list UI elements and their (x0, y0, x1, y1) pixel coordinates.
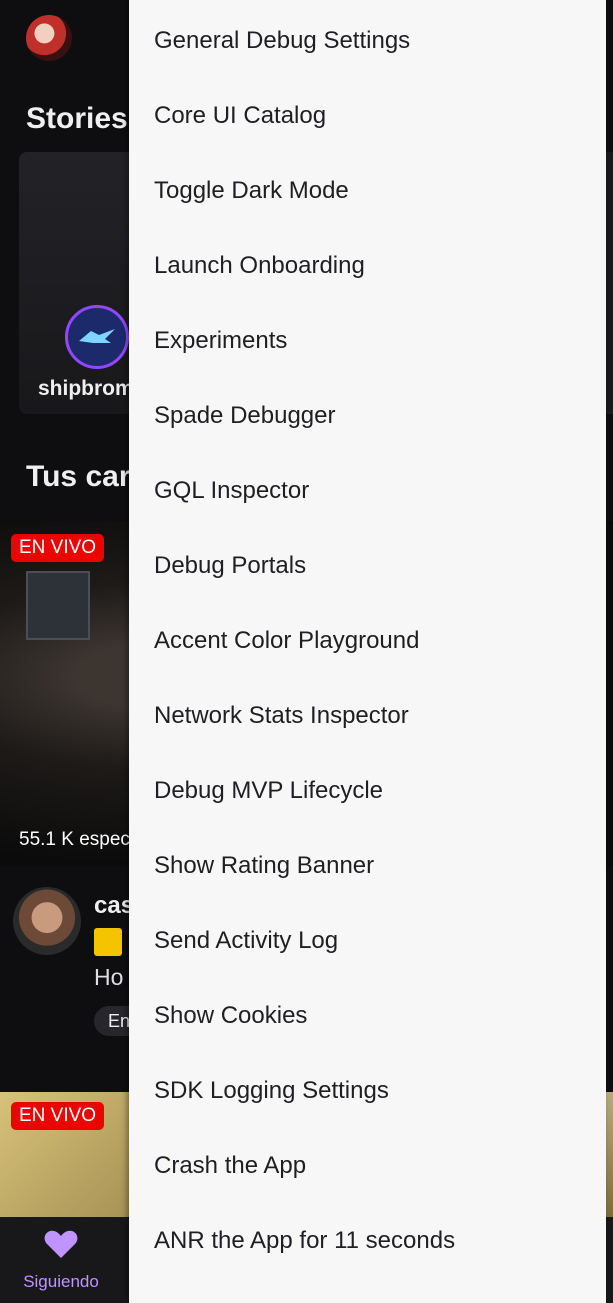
yellow-square-emoji (94, 928, 122, 956)
nav-following-label: Siguiendo (23, 1272, 99, 1291)
menu-item-core-ui-catalog[interactable]: Core UI Catalog (129, 78, 606, 153)
menu-item-gql-inspector[interactable]: GQL Inspector (129, 453, 606, 528)
menu-item-sdk-logging-settings[interactable]: SDK Logging Settings (129, 1053, 606, 1128)
story-avatar (65, 305, 129, 369)
viewer-count: 55.1 K espect (19, 829, 136, 850)
channels-title: Tus car (26, 460, 131, 493)
live-badge: EN VIVO (11, 534, 105, 562)
stream-category: Ho (94, 964, 124, 990)
channel-avatar[interactable] (13, 887, 81, 955)
menu-item-toggle-dark-mode[interactable]: Toggle Dark Mode (129, 153, 606, 228)
thumbnail-window (26, 571, 90, 640)
menu-item-crash-the-app[interactable]: Crash the App (129, 1128, 606, 1203)
heart-icon (44, 1230, 78, 1258)
stories-title: Stories (26, 102, 128, 135)
menu-item-general-debug-settings[interactable]: General Debug Settings (129, 3, 606, 78)
channel-logo-icon (79, 329, 115, 343)
story-channel-name: shipbrom (38, 377, 134, 400)
menu-item-accent-color-playground[interactable]: Accent Color Playground (129, 603, 606, 678)
menu-item-debug-mvp-lifecycle[interactable]: Debug MVP Lifecycle (129, 753, 606, 828)
nav-following[interactable]: Siguiendo (0, 1217, 122, 1303)
menu-item-debug-portals[interactable]: Debug Portals (129, 528, 606, 603)
menu-item-experiments[interactable]: Experiments (129, 303, 606, 378)
live-badge-2: EN VIVO (11, 1102, 105, 1130)
menu-item-launch-onboarding[interactable]: Launch Onboarding (129, 228, 606, 303)
menu-item-show-cookies[interactable]: Show Cookies (129, 978, 606, 1053)
menu-item-send-activity-log[interactable]: Send Activity Log (129, 903, 606, 978)
menu-item-network-stats-inspector[interactable]: Network Stats Inspector (129, 678, 606, 753)
menu-item-spade-debugger[interactable]: Spade Debugger (129, 378, 606, 453)
profile-avatar[interactable] (26, 15, 72, 61)
menu-item-anr-the-app[interactable]: ANR the App for 11 seconds (129, 1203, 606, 1278)
debug-menu: General Debug Settings Core UI Catalog T… (129, 0, 606, 1303)
menu-item-show-rating-banner[interactable]: Show Rating Banner (129, 828, 606, 903)
